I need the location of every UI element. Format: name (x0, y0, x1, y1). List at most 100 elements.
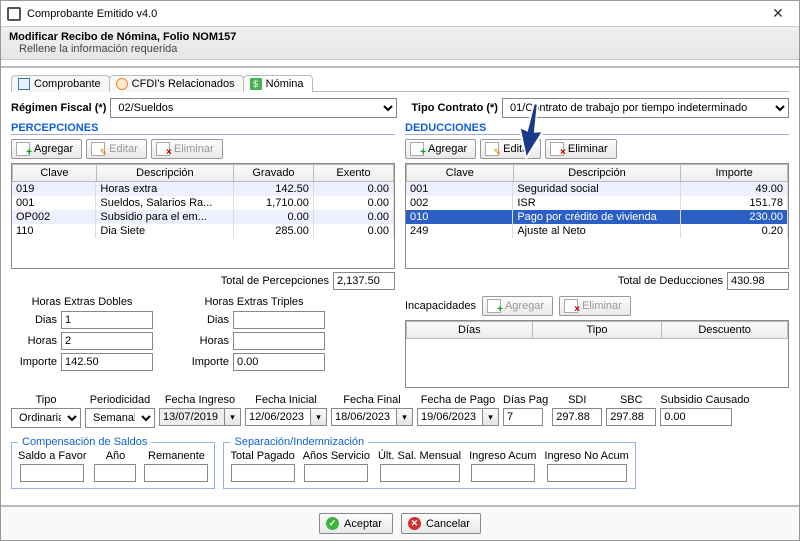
titlebar: Comprobante Emitido v4.0 ✕ (1, 1, 799, 27)
header-subtitle: Rellene la información requerida (9, 43, 791, 55)
col-descripcion[interactable]: Descripción (513, 165, 681, 182)
date-picker-button[interactable]: ▾ (397, 408, 413, 426)
dias-pag-input[interactable] (503, 408, 543, 426)
anos-servicio-input[interactable] (304, 464, 368, 482)
tab-comprobante[interactable]: Comprobante (11, 75, 110, 92)
ded-eliminar-button[interactable]: Eliminar (545, 139, 617, 159)
triples-horas-input[interactable] (233, 332, 325, 350)
col-clave[interactable]: Clave (407, 165, 514, 182)
date-picker-button[interactable]: ▾ (483, 408, 499, 426)
delete-icon (550, 142, 564, 156)
delete-icon (564, 299, 578, 313)
compensacion-fieldset: Compensación de Saldos Saldo a Favor Año… (11, 436, 215, 489)
col-dias[interactable]: Días (407, 322, 533, 339)
link-icon (116, 78, 128, 90)
incapacidades-label: Incapacidades (405, 300, 476, 312)
deducciones-grid[interactable]: Clave Descripción Importe 001Seguridad s… (405, 163, 789, 269)
tipo-select[interactable]: Ordinaria (11, 408, 81, 428)
periodicidad-select[interactable]: Semanal (85, 408, 155, 428)
sbc-input[interactable] (606, 408, 656, 426)
regimen-fiscal-label: Régimen Fiscal (*) (11, 102, 106, 114)
delete-icon (156, 142, 170, 156)
fecha-inicial-input[interactable] (245, 408, 311, 426)
fecha-ingreso-input (159, 408, 225, 426)
ded-total-value (727, 272, 789, 290)
footer: ✓Aceptar ✕Cancelar (1, 505, 799, 540)
add-icon (410, 142, 424, 156)
horas-dobles-label: Horas Extras Dobles (11, 296, 153, 308)
window-title: Comprobante Emitido v4.0 (27, 8, 157, 20)
app-icon (7, 7, 21, 21)
table-row[interactable]: 110Dia Siete285.000.00 (12, 224, 394, 238)
table-row[interactable]: 019Horas extra142.500.00 (12, 182, 394, 196)
edit-icon (91, 142, 105, 156)
triples-dias-input[interactable] (233, 311, 325, 329)
col-descripcion[interactable]: Descripción (96, 165, 233, 182)
dobles-dias-input[interactable] (61, 311, 153, 329)
col-descuento[interactable]: Descuento (662, 322, 788, 339)
x-icon: ✕ (408, 517, 421, 530)
incapacidades-grid[interactable]: Días Tipo Descuento (405, 320, 789, 388)
col-gravado[interactable]: Gravado (233, 165, 313, 182)
ded-total-label: Total de Deducciones (618, 275, 723, 287)
date-picker-button[interactable]: ▾ (225, 408, 241, 426)
deducciones-panel: DEDUCCIONES Agregar Editar Eliminar Clav… (405, 122, 789, 388)
dobles-importe-input[interactable] (61, 353, 153, 371)
sdi-input[interactable] (552, 408, 602, 426)
doc-icon (18, 78, 30, 90)
header: Modificar Recibo de Nómina, Folio NOM157… (1, 27, 799, 60)
separacion-fieldset: Separación/Indemnización Total Pagado Añ… (223, 436, 635, 489)
add-icon (487, 299, 501, 313)
cancelar-button[interactable]: ✕Cancelar (401, 513, 481, 534)
tipo-contrato-label: Tipo Contrato (*) (411, 102, 498, 114)
col-exento[interactable]: Exento (313, 165, 393, 182)
percepciones-grid[interactable]: Clave Descripción Gravado Exento 019Hora… (11, 163, 395, 269)
col-tipo[interactable]: Tipo (532, 322, 662, 339)
tab-cfdi-relacionados[interactable]: CFDI's Relacionados (109, 75, 244, 92)
table-row[interactable]: OP002Subsidio para el em...0.000.00 (12, 210, 394, 224)
add-icon (16, 142, 30, 156)
percepciones-panel: PERCEPCIONES Agregar Editar Eliminar Cla… (11, 122, 395, 388)
ult-sal-mensual-input[interactable] (380, 464, 460, 482)
tipo-contrato-select[interactable]: 01/Contrato de trabajo por tiempo indete… (502, 98, 789, 118)
ingreso-no-acum-input[interactable] (547, 464, 627, 482)
table-row-selected[interactable]: 010Pago por crédito de vivienda230.00 (406, 210, 788, 224)
percepciones-title: PERCEPCIONES (11, 122, 395, 135)
fecha-pago-input[interactable] (417, 408, 483, 426)
incap-eliminar-button[interactable]: Eliminar (559, 296, 631, 316)
edit-icon (485, 142, 499, 156)
tab-nomina[interactable]: $Nómina (243, 75, 313, 92)
subsidio-input[interactable] (660, 408, 732, 426)
dobles-horas-input[interactable] (61, 332, 153, 350)
table-row[interactable]: 249Ajuste al Neto0.20 (406, 224, 788, 238)
aceptar-button[interactable]: ✓Aceptar (319, 513, 393, 534)
perc-total-label: Total de Percepciones (221, 275, 329, 287)
check-icon: ✓ (326, 517, 339, 530)
incap-agregar-button[interactable]: Agregar (482, 296, 553, 316)
regimen-fiscal-select[interactable]: 02/Sueldos (110, 98, 397, 118)
perc-eliminar-button[interactable]: Eliminar (151, 139, 223, 159)
table-row[interactable]: 002ISR151.78 (406, 196, 788, 210)
close-button[interactable]: ✕ (763, 5, 793, 22)
remanente-input[interactable] (144, 464, 208, 482)
total-pagado-input[interactable] (231, 464, 295, 482)
perc-agregar-button[interactable]: Agregar (11, 139, 82, 159)
saldo-favor-input[interactable] (20, 464, 84, 482)
fecha-final-input[interactable] (331, 408, 397, 426)
header-title: Modificar Recibo de Nómina, Folio NOM157 (9, 31, 791, 43)
triples-importe-input[interactable] (233, 353, 325, 371)
tabs: Comprobante CFDI's Relacionados $Nómina (11, 74, 789, 92)
ingreso-acum-input[interactable] (471, 464, 535, 482)
col-clave[interactable]: Clave (13, 165, 97, 182)
ano-input[interactable] (94, 464, 136, 482)
col-importe[interactable]: Importe (681, 165, 788, 182)
deducciones-title: DEDUCCIONES (405, 122, 789, 135)
money-icon: $ (250, 78, 262, 90)
perc-editar-button[interactable]: Editar (86, 139, 147, 159)
ded-editar-button[interactable]: Editar (480, 139, 541, 159)
table-row[interactable]: 001Sueldos, Salarios Ra...1,710.000.00 (12, 196, 394, 210)
date-picker-button[interactable]: ▾ (311, 408, 327, 426)
table-row[interactable]: 001Seguridad social49.00 (406, 182, 788, 196)
horas-triples-label: Horas Extras Triples (183, 296, 325, 308)
ded-agregar-button[interactable]: Agregar (405, 139, 476, 159)
